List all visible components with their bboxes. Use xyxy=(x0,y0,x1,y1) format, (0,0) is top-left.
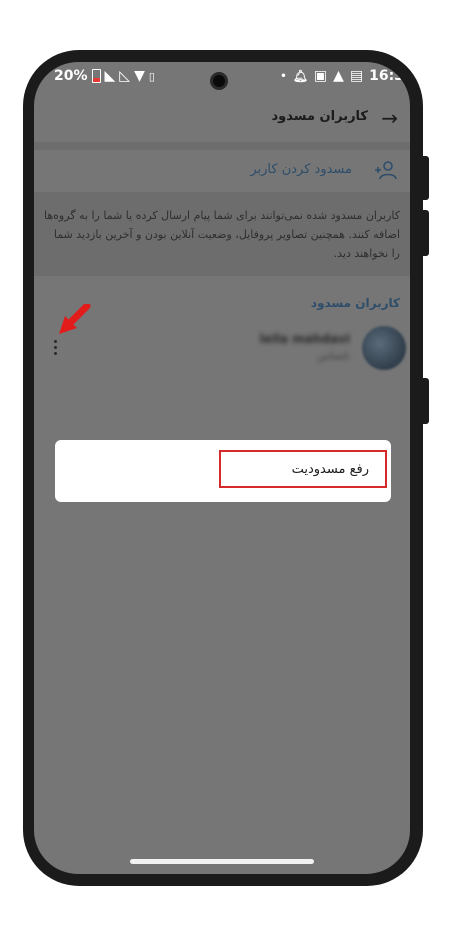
phone-side-button xyxy=(423,210,429,256)
signal-icon-2: ◺ xyxy=(119,68,131,84)
phone-side-button xyxy=(423,156,429,200)
alert-icon: ▲ xyxy=(333,68,344,84)
front-camera xyxy=(210,72,228,90)
page-title: کاربران مسدود xyxy=(271,109,368,124)
notification-dot-icon: • xyxy=(280,70,287,82)
blocked-users-section-title: کاربران مسدود xyxy=(310,296,400,310)
bell-icon: 🔔︎ xyxy=(292,69,308,83)
status-time: 16:3 xyxy=(369,68,404,84)
red-pointer-arrow-icon xyxy=(59,304,91,334)
context-menu-popup: رفع مسدودیت xyxy=(55,440,391,502)
status-bar: 20% ◣ ◺ ▼ ▯ • 🔔︎ ▣ ▲ ▤ 16:3 xyxy=(34,62,410,90)
section-divider xyxy=(34,142,410,150)
add-person-icon xyxy=(374,160,397,180)
message-icon: ▤ xyxy=(349,68,364,84)
battery-icon xyxy=(91,69,101,83)
blocked-user-subtitle: ناشناس xyxy=(317,351,350,362)
home-indicator[interactable] xyxy=(130,859,314,864)
blocked-user-name: leila mahdavi xyxy=(259,332,350,346)
avatar xyxy=(362,326,406,370)
sim-icon: ▣ xyxy=(313,68,328,84)
phone-side-button xyxy=(423,378,429,424)
more-options-icon[interactable] xyxy=(54,340,57,355)
arrow-right-icon[interactable]: → xyxy=(381,106,398,130)
app-bar: → کاربران مسدود xyxy=(34,98,410,142)
vibrate-icon: ▯ xyxy=(148,69,155,83)
block-user-label: مسدود کردن کاربر xyxy=(250,162,352,177)
unblock-button[interactable]: رفع مسدودیت xyxy=(219,450,387,488)
battery-level: 20% xyxy=(54,68,88,84)
blocked-users-description: کاربران مسدود شده نمی‌توانند برای شما پی… xyxy=(44,209,400,260)
phone-screen: 20% ◣ ◺ ▼ ▯ • 🔔︎ ▣ ▲ ▤ 16:3 → کاربران مس… xyxy=(34,62,410,874)
wifi-icon: ▼ xyxy=(134,68,145,84)
signal-icon: ◣ xyxy=(104,68,116,84)
block-user-button[interactable]: مسدود کردن کاربر xyxy=(34,150,410,192)
